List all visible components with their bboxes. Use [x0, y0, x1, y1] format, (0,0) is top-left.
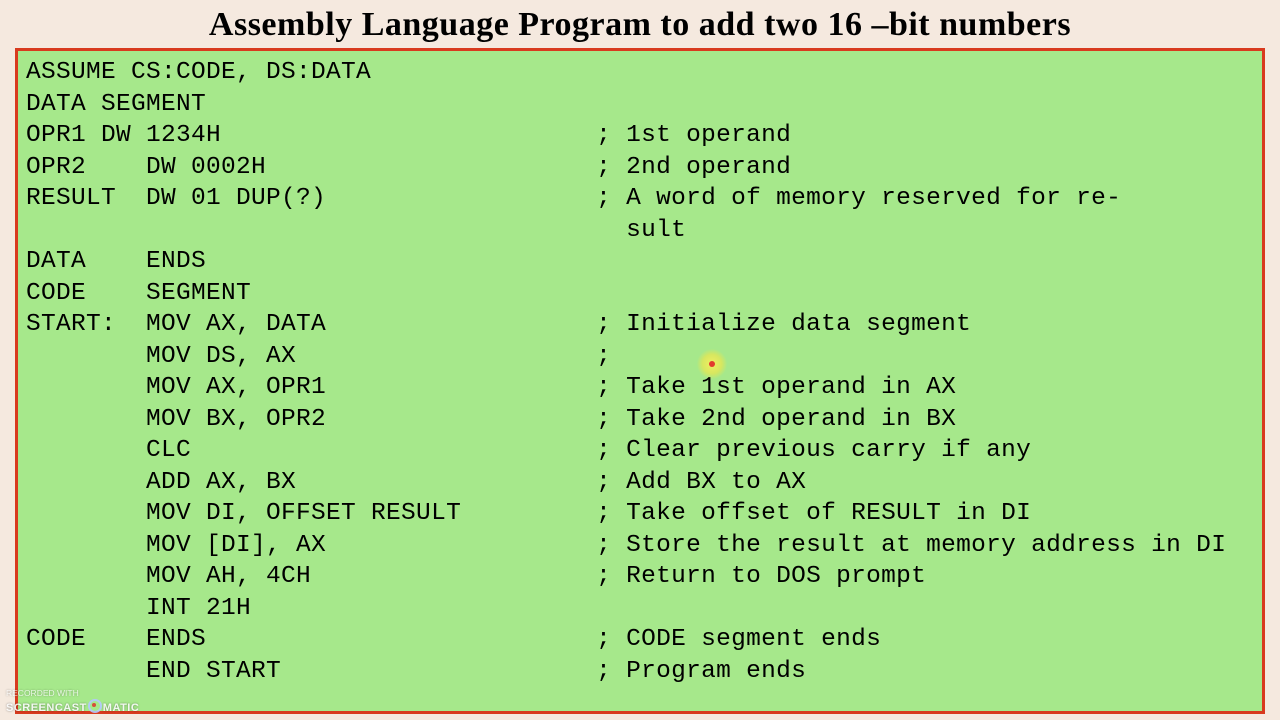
watermark-line1: RECORDED WITH: [6, 687, 139, 699]
code-line: DATA SEGMENT: [26, 89, 1254, 121]
code-line: CLC ; Clear previous carry if any: [26, 435, 1254, 467]
code-box: ASSUME CS:CODE, DS:DATA DATA SEGMENT OPR…: [15, 48, 1265, 714]
code-line: MOV DI, OFFSET RESULT ; Take offset of R…: [26, 498, 1254, 530]
code-line: OPR2 DW 0002H ; 2nd operand: [26, 152, 1254, 184]
code-line: MOV BX, OPR2 ; Take 2nd operand in BX: [26, 404, 1254, 436]
watermark-text: MATIC: [103, 702, 140, 714]
code-line: sult: [26, 215, 1254, 247]
code-line: CODE SEGMENT: [26, 278, 1254, 310]
code-line: MOV [DI], AX ; Store the result at memor…: [26, 530, 1254, 562]
code-line: END START ; Program ends: [26, 656, 1254, 688]
code-line: ASSUME CS:CODE, DS:DATA: [26, 57, 1254, 89]
code-line: MOV AH, 4CH ; Return to DOS prompt: [26, 561, 1254, 593]
watermark-text: SCREENCAST: [6, 702, 87, 714]
slide-title: Assembly Language Program to add two 16 …: [0, 0, 1280, 46]
code-line: DATA ENDS: [26, 246, 1254, 278]
code-line: OPR1 DW 1234H ; 1st operand: [26, 120, 1254, 152]
code-line: RESULT DW 01 DUP(?) ; A word of memory r…: [26, 183, 1254, 215]
watermark: RECORDED WITH SCREENCAST MATIC: [6, 687, 139, 714]
watermark-line2: SCREENCAST MATIC: [6, 699, 139, 714]
slide: Assembly Language Program to add two 16 …: [0, 0, 1280, 720]
code-line: ADD AX, BX ; Add BX to AX: [26, 467, 1254, 499]
code-line: START: MOV AX, DATA ; Initialize data se…: [26, 309, 1254, 341]
record-icon: [88, 699, 102, 713]
code-line: INT 21H: [26, 593, 1254, 625]
code-line: CODE ENDS ; CODE segment ends: [26, 624, 1254, 656]
code-line: MOV DS, AX ;: [26, 341, 1254, 373]
code-line: MOV AX, OPR1 ; Take 1st operand in AX: [26, 372, 1254, 404]
